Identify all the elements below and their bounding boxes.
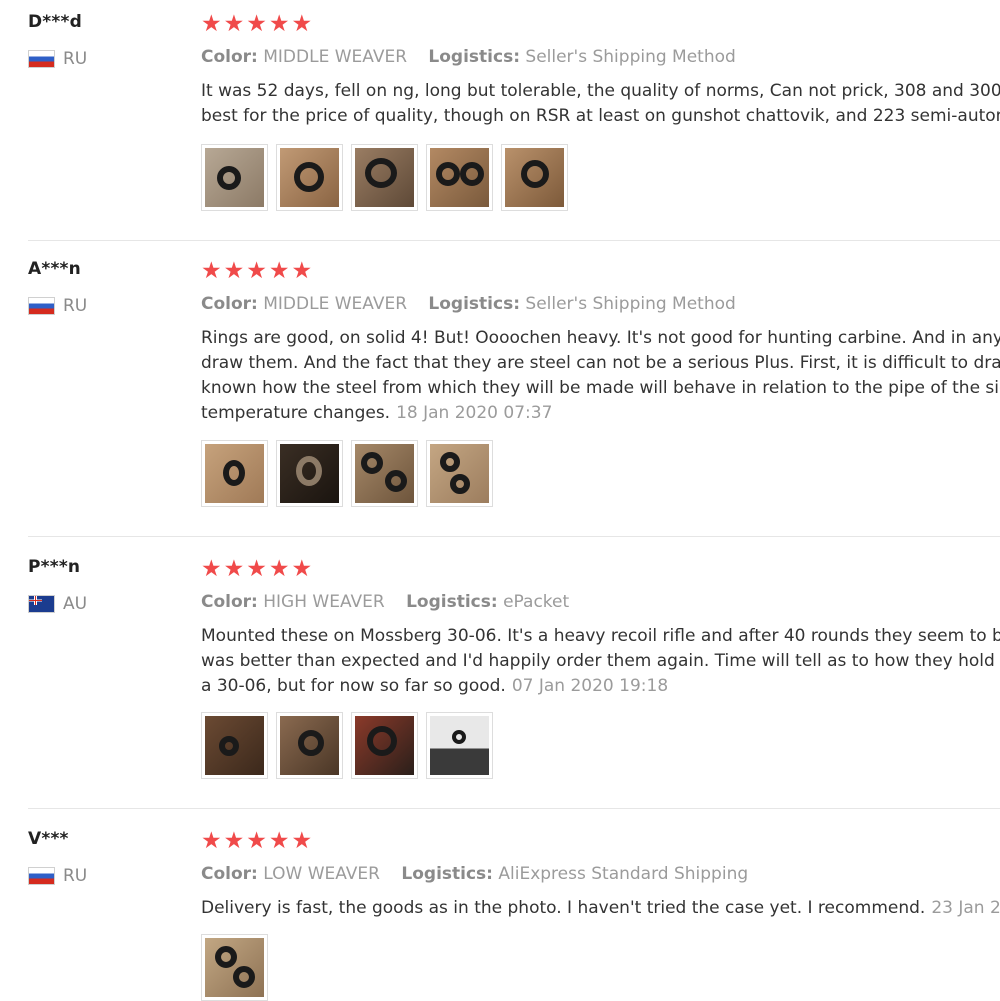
- review-photo-thumbnail[interactable]: [201, 144, 268, 211]
- country-code: AU: [63, 594, 88, 614]
- star-rating: ★★★★★: [201, 258, 315, 284]
- reviewer-name: V***: [28, 829, 69, 849]
- logistics-label: Logistics:: [406, 592, 498, 612]
- color-label: Color:: [201, 47, 258, 67]
- country-code: RU: [63, 866, 88, 886]
- review-photo-thumbnail[interactable]: [351, 440, 418, 507]
- review-meta: Color: MIDDLE WEAVER Logistics: Seller's…: [201, 294, 736, 314]
- russia-flag-icon: [28, 297, 55, 315]
- review-text: Rings are good, on solid 4! But! Ooooche…: [201, 326, 1000, 426]
- review-text-line: Delivery is fast, the goods as in the ph…: [201, 898, 926, 918]
- review-photos: [201, 440, 493, 507]
- review-photo-thumbnail[interactable]: [426, 440, 493, 507]
- reviewer-country: RU: [28, 296, 87, 316]
- review-photo-thumbnail[interactable]: [351, 712, 418, 779]
- reviewer-name: P***n: [28, 557, 81, 577]
- russia-flag-icon: [28, 867, 55, 885]
- review-text-line: draw them. And the fact that they are st…: [201, 353, 1000, 373]
- star-rating: ★★★★★: [201, 11, 315, 37]
- review-meta: Color: MIDDLE WEAVER Logistics: Seller's…: [201, 47, 736, 67]
- color-label: Color:: [201, 864, 258, 884]
- color-value: HIGH WEAVER: [263, 592, 385, 612]
- review-photo-thumbnail[interactable]: [501, 144, 568, 211]
- review-text-line: best for the price of quality, though on…: [201, 106, 1000, 126]
- review-text-line: was better than expected and I'd happily…: [201, 651, 1000, 671]
- logistics-value: Seller's Shipping Method: [525, 47, 736, 67]
- review-photo-thumbnail[interactable]: [276, 440, 343, 507]
- logistics-label: Logistics:: [428, 294, 520, 314]
- review-text-line: known how the steel from which they will…: [201, 378, 1000, 398]
- logistics-value: AliExpress Standard Shipping: [498, 864, 749, 884]
- review-photo-thumbnail[interactable]: [201, 712, 268, 779]
- review-photo-thumbnail[interactable]: [426, 144, 493, 211]
- review-text: It was 52 days, fell on ng, long but tol…: [201, 79, 1000, 129]
- review-text-line: a 30-06, but for now so far so good.: [201, 676, 506, 696]
- color-value: MIDDLE WEAVER: [263, 47, 408, 67]
- logistics-value: ePacket: [503, 592, 570, 612]
- review-divider: [28, 808, 1000, 809]
- review-text: Mounted these on Mossberg 30-06. It's a …: [201, 624, 1000, 699]
- color-value: LOW WEAVER: [263, 864, 380, 884]
- reviewer-name: A***n: [28, 259, 81, 279]
- review-photos: [201, 144, 568, 211]
- russia-flag-icon: [28, 50, 55, 68]
- reviewer-country: RU: [28, 866, 87, 886]
- review-photo-thumbnail[interactable]: [201, 440, 268, 507]
- review-date: 07 Jan 2020 19:18: [511, 676, 669, 696]
- review-photo-thumbnail[interactable]: [201, 934, 268, 1001]
- star-rating: ★★★★★: [201, 556, 315, 582]
- review-text-line: Mounted these on Mossberg 30-06. It's a …: [201, 626, 1000, 646]
- review-photo-thumbnail[interactable]: [351, 144, 418, 211]
- review-photos: [201, 934, 268, 1001]
- review-text-line: It was 52 days, fell on ng, long but tol…: [201, 81, 1000, 101]
- review-photos: [201, 712, 493, 779]
- review-text-line: Rings are good, on solid 4! But! Ooooche…: [201, 328, 1000, 348]
- logistics-value: Seller's Shipping Method: [525, 294, 736, 314]
- review-text-line: temperature changes.: [201, 403, 391, 423]
- review-date: 18 Jan 2020 07:37: [396, 403, 553, 423]
- review-photo-thumbnail[interactable]: [426, 712, 493, 779]
- reviewer-country: RU: [28, 49, 87, 69]
- review-divider: [28, 240, 1000, 241]
- reviewer-country: AU: [28, 594, 87, 614]
- review-photo-thumbnail[interactable]: [276, 712, 343, 779]
- country-code: RU: [63, 49, 88, 69]
- country-code: RU: [63, 296, 88, 316]
- review-meta: Color: LOW WEAVER Logistics: AliExpress …: [201, 864, 748, 884]
- color-label: Color:: [201, 294, 258, 314]
- reviewer-name: D***d: [28, 12, 82, 32]
- star-rating: ★★★★★: [201, 828, 315, 854]
- logistics-label: Logistics:: [428, 47, 520, 67]
- color-value: MIDDLE WEAVER: [263, 294, 408, 314]
- review-date: 23 Jan 202: [931, 898, 1000, 918]
- review-meta: Color: HIGH WEAVER Logistics: ePacket: [201, 592, 569, 612]
- australia-flag-icon: [28, 595, 55, 613]
- review-text: Delivery is fast, the goods as in the ph…: [201, 896, 1000, 921]
- review-divider: [28, 536, 1000, 537]
- review-photo-thumbnail[interactable]: [276, 144, 343, 211]
- color-label: Color:: [201, 592, 258, 612]
- logistics-label: Logistics:: [401, 864, 493, 884]
